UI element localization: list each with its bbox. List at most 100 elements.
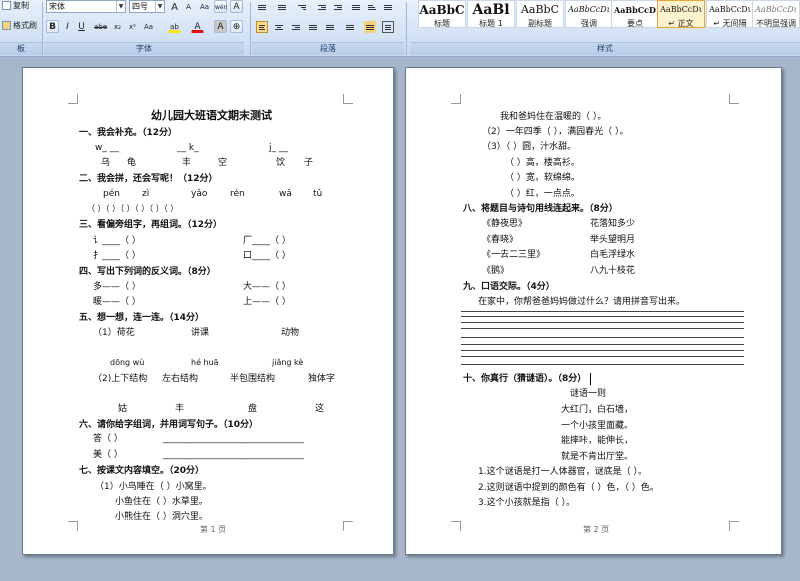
decrease-indent-icon[interactable]: [316, 1, 328, 13]
fill-row[interactable]: 1.这个谜语是打一人体器官，谜底是（ ）。: [478, 466, 647, 478]
fill-row[interactable]: 扌____（ ）: [93, 250, 141, 262]
poem-line: 白毛浮绿水: [590, 250, 636, 260]
align-left-icon[interactable]: [256, 21, 268, 33]
fill-row[interactable]: 口____（ ）: [243, 250, 291, 262]
justify-icon[interactable]: [307, 21, 319, 33]
style-normal[interactable]: AaBbCcDι ↵ 正文: [657, 0, 705, 28]
fill-row[interactable]: 暖——（ ）: [93, 296, 141, 308]
multilevel-list-icon[interactable]: [296, 1, 308, 13]
fill-row[interactable]: 讠____（ ）: [93, 235, 141, 247]
font-color-button[interactable]: A: [191, 20, 204, 33]
answer-blanks[interactable]: （ ）（ ）（ ）（ ）（ ）（ ）: [87, 203, 178, 215]
fill-row[interactable]: （1）小鸟睡在（ ）小窝里。: [95, 481, 212, 493]
match-char: 丰: [175, 404, 185, 414]
superscript-button[interactable]: x²: [126, 20, 139, 33]
writing-blank[interactable]: ________________________________________: [163, 449, 304, 461]
fill-row[interactable]: （ ）红，一点点。: [505, 188, 580, 200]
strikethrough-button[interactable]: abe: [93, 20, 107, 33]
document-page-2[interactable]: 我和爸妈住在温暖的（ ）。 （2）一年四季（ ），满园春光（ ）。 （3）（ ）…: [405, 67, 782, 555]
align-center-icon[interactable]: [273, 21, 285, 33]
style-strong[interactable]: AaBbCcD 要点: [611, 0, 659, 28]
chevron-down-icon[interactable]: ▼: [116, 1, 125, 12]
paragraph-group-label: 段落: [252, 42, 404, 55]
group-separator: [42, 2, 43, 55]
pinyin: zì: [142, 189, 150, 199]
clear-format-button[interactable]: Aa: [198, 0, 211, 13]
grow-font-button[interactable]: A: [168, 0, 181, 13]
font-size-combo[interactable]: 四号 ▼: [129, 0, 165, 13]
hanzi: 龟: [127, 158, 137, 168]
phonetic-guide-button[interactable]: wén: [214, 0, 227, 13]
section-heading: 三、看偏旁组字，再组词。（12分）: [79, 220, 223, 230]
enclose-char-button[interactable]: ⊕: [230, 20, 243, 33]
shrink-font-button[interactable]: A: [182, 0, 195, 13]
align-right-icon[interactable]: [290, 21, 302, 33]
font-name-combo[interactable]: 宋体 ▼: [46, 0, 126, 13]
fill-row[interactable]: 上——（ ）: [243, 296, 291, 308]
fill-row[interactable]: （ ）高，楼高衫。: [505, 157, 580, 169]
fill-row[interactable]: 多——（ ）: [93, 281, 141, 293]
writing-line[interactable]: [461, 328, 744, 329]
document-page-1[interactable]: 幼儿园大班语文期末测试 一、我会补充。（12分） w_ __ __ k_ j_ …: [22, 67, 394, 555]
fill-row[interactable]: 我和爸妈住在温暖的（ ）。: [500, 111, 606, 123]
match-pinyin: dōng wù: [110, 358, 145, 367]
writing-line[interactable]: [461, 316, 744, 317]
crop-mark: [68, 94, 78, 104]
distributed-icon[interactable]: [324, 21, 336, 33]
crop-mark: [451, 521, 461, 531]
style-subtitle[interactable]: AaBbC 副标题: [516, 0, 564, 28]
writing-line[interactable]: [461, 337, 744, 338]
match-item: 左右结构: [162, 374, 199, 384]
change-case-button[interactable]: Aa: [142, 20, 155, 33]
fill-row[interactable]: 3.这个小孩就是指（ ）。: [478, 497, 575, 509]
match-char: 这: [315, 404, 325, 414]
match-char: 姑: [118, 404, 128, 414]
hanzi: 子: [304, 158, 314, 168]
style-title[interactable]: AaBbC 标题: [418, 0, 466, 28]
sort-icon[interactable]: [366, 1, 378, 13]
writing-line[interactable]: [461, 322, 744, 323]
show-marks-icon[interactable]: [382, 1, 394, 13]
bullets-icon[interactable]: [256, 1, 268, 13]
writing-line[interactable]: [461, 364, 744, 365]
italic-button[interactable]: I: [61, 20, 74, 33]
writing-blank[interactable]: ________________________________________: [163, 433, 304, 445]
poem-title: 《一去二三里》: [482, 250, 546, 260]
fill-row[interactable]: （ ）宽，软绵绵。: [505, 172, 580, 184]
writing-line[interactable]: [461, 356, 744, 357]
fill-row[interactable]: 小熊住在（ ）洞穴里。: [115, 511, 208, 523]
copy-button[interactable]: 复制: [2, 0, 29, 11]
poem-line: 八九十枝花: [590, 266, 636, 276]
writing-line[interactable]: [461, 350, 744, 351]
borders-icon[interactable]: [382, 21, 394, 33]
fill-row[interactable]: 2.这则谜语中提到的颜色有（ ）色，（ ）色。: [478, 482, 659, 494]
fill-row[interactable]: 厂____（ ）: [243, 235, 291, 247]
style-heading-1[interactable]: AaBl 标题 1: [467, 0, 515, 28]
style-subtle-emphasis[interactable]: AaBbCcDι 不明显强调: [752, 0, 800, 28]
chevron-down-icon[interactable]: ▼: [155, 1, 164, 12]
fill-row[interactable]: 美（ ）: [93, 449, 123, 461]
riddle-title: 谜语一则: [570, 389, 607, 399]
fill-row[interactable]: 大——（ ）: [243, 281, 291, 293]
underline-button[interactable]: U: [75, 20, 88, 33]
fill-row[interactable]: （3）（ ）圆，汁水甜。: [482, 141, 576, 153]
fill-row[interactable]: 答（ ）: [93, 433, 123, 445]
subscript-button[interactable]: x₂: [111, 20, 124, 33]
style-emphasis[interactable]: AaBbCcDι 强调: [565, 0, 613, 28]
fill-row[interactable]: （2）一年四季（ ），满园春光（ ）。: [482, 126, 628, 138]
chinese-layout-icon[interactable]: [350, 1, 362, 13]
writing-line[interactable]: [461, 311, 744, 312]
riddle-line: 大红门，白石墙，: [561, 405, 634, 415]
increase-indent-icon[interactable]: [332, 1, 344, 13]
char-border-button[interactable]: A: [230, 0, 243, 13]
style-no-spacing[interactable]: AaBbCcDι ↵ 无间隔: [706, 0, 754, 28]
char-shading-button[interactable]: A: [214, 20, 227, 33]
shading-icon[interactable]: [364, 21, 376, 33]
fill-row[interactable]: 小鱼住在（ ）水草里。: [115, 496, 208, 508]
line-spacing-icon[interactable]: [344, 21, 356, 33]
numbering-icon[interactable]: [276, 1, 288, 13]
format-painter-button[interactable]: 格式刷: [2, 20, 37, 31]
highlight-button[interactable]: ab: [168, 20, 181, 33]
writing-line[interactable]: [461, 344, 744, 345]
bold-button[interactable]: B: [46, 20, 59, 33]
